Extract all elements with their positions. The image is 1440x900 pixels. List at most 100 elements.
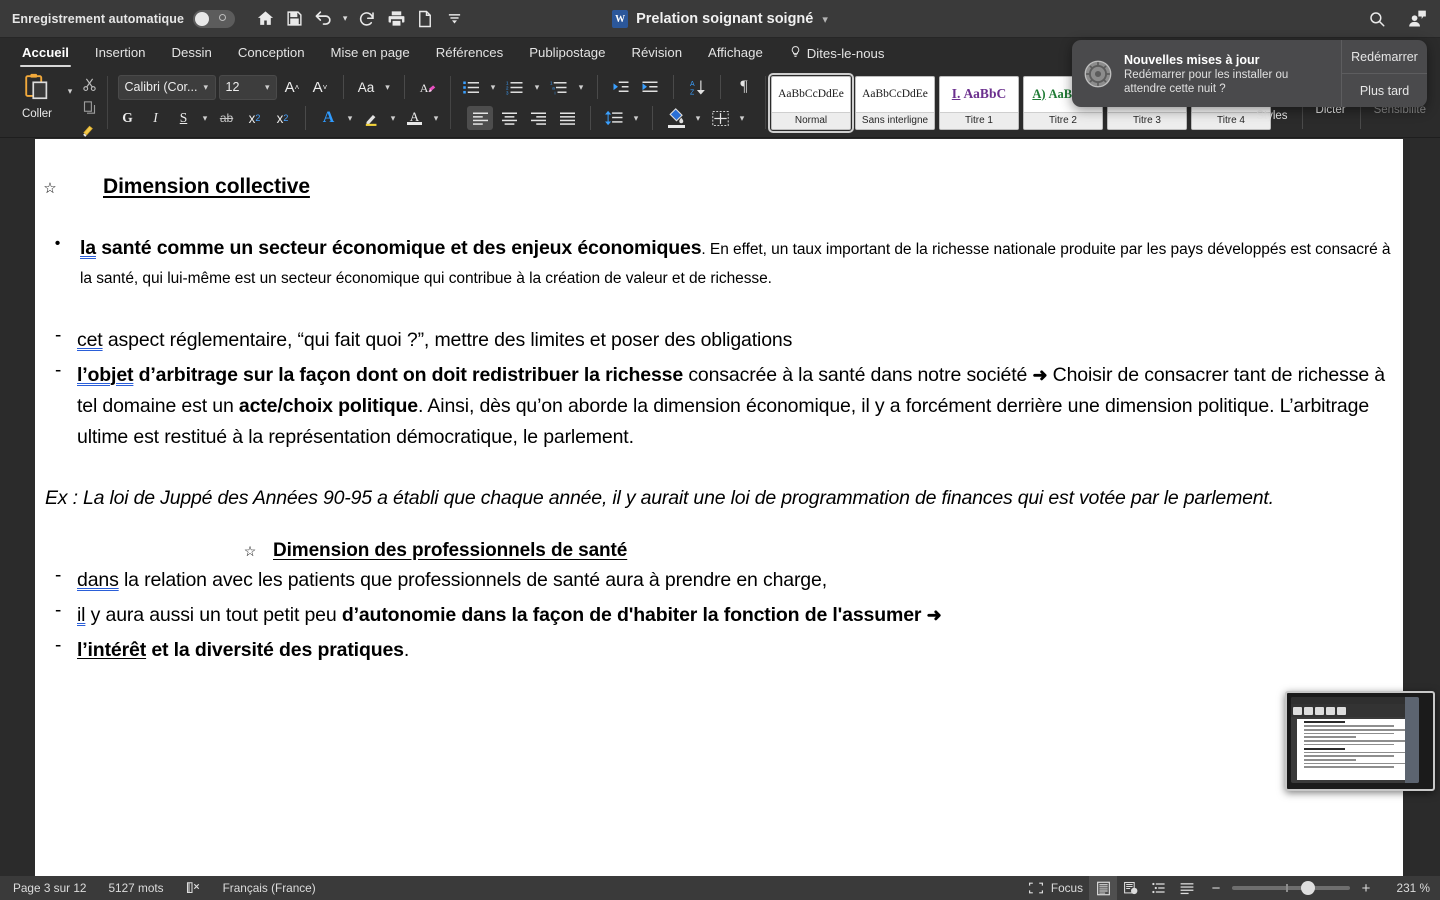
shading-button[interactable] [663,106,689,130]
subscript-button[interactable]: x2 [242,106,267,131]
customize-toolbar-icon[interactable] [441,6,467,32]
zoom-out-button[interactable]: − [1209,880,1223,897]
chevron-down-icon[interactable]: ▾ [575,82,587,93]
format-painter-icon[interactable] [78,120,100,140]
superscript-label: x [276,110,284,126]
show-formatting-marks-button[interactable]: ¶ [731,75,757,99]
document-page[interactable]: ☆ Dimension collective • la santé comme … [35,139,1403,876]
change-case-button[interactable]: Aa [354,75,379,100]
divider [652,106,653,130]
account-comment-icon[interactable] [1404,6,1430,32]
web-layout-view-button[interactable] [1117,876,1145,900]
proofing-errors-icon[interactable] [186,881,201,895]
tab-conception[interactable]: Conception [225,41,318,65]
justify-button[interactable] [554,106,580,130]
tab-references[interactable]: Références [423,41,516,65]
word-count[interactable]: 5127 mots [108,881,163,895]
chevron-down-icon[interactable]: ▾ [487,82,499,93]
heading-text: Dimension des professionnels de santé [273,540,628,561]
later-button[interactable]: Plus tard [1342,73,1427,107]
chevron-down-icon[interactable]: ▾ [531,82,543,93]
tab-dessin[interactable]: Dessin [159,41,225,65]
notification-body: Nouvelles mises à jour Redémarrer pour l… [1124,40,1341,107]
chevron-down-icon[interactable]: ▾ [736,113,748,124]
outline-view-button[interactable] [1145,876,1173,900]
chevron-down-icon[interactable]: ▾ [344,113,356,124]
undo-dropdown-caret-icon[interactable]: ▾ [339,13,351,24]
zoom-in-button[interactable]: + [1359,880,1373,897]
tab-insertion[interactable]: Insertion [82,41,159,65]
style-normal[interactable]: AaBbCcDdEe Normal [768,72,854,133]
dash-text-5: l’intérêt et la diversité des pratiques. [77,635,1403,666]
chevron-down-icon[interactable]: ▾ [430,113,442,124]
cut-icon[interactable] [78,74,100,94]
focus-button[interactable]: Focus [1028,881,1083,895]
chevron-down-icon[interactable]: ▾ [382,82,394,93]
document-title-chevron-down-icon[interactable]: ▾ [822,13,828,26]
autosave-toggle[interactable] [193,9,236,28]
home-icon[interactable] [252,6,278,32]
bold-button[interactable]: G [115,106,140,131]
line-spacing-button[interactable] [601,106,627,130]
sort-button[interactable]: AZ [684,75,710,99]
italic-button[interactable]: I [143,106,168,131]
text-effects-button[interactable]: A [316,106,341,131]
clear-formatting-button[interactable]: A [415,75,440,100]
print-layout-view-button[interactable] [1089,876,1117,900]
font-color-button[interactable]: A [402,106,427,131]
strikethrough-button[interactable]: ab [214,106,239,131]
shrink-font-button[interactable]: A ˅ [308,75,333,100]
decrease-indent-button[interactable] [608,75,634,99]
print-icon[interactable] [383,6,409,32]
screen-share-thumbnail[interactable] [1285,691,1435,791]
highlight-button[interactable] [359,106,384,131]
tab-affichage[interactable]: Affichage [695,41,776,65]
font-name-combobox[interactable]: Calibri (Cor... ▾ [117,74,216,100]
style-sans-interligne[interactable]: AaBbCcDdEe Sans interligne [855,75,935,130]
chevron-down-icon[interactable]: ▾ [387,113,399,124]
tab-publipostage[interactable]: Publipostage [516,41,618,65]
copy-icon[interactable] [78,97,100,117]
superscript-button[interactable]: x2 [270,106,295,131]
chevron-down-icon[interactable]: ▾ [692,113,704,124]
restart-button[interactable]: Redémarrer [1342,40,1427,73]
font-size-combobox[interactable]: 12 ▾ [218,74,277,100]
divider [403,75,405,99]
align-left-button[interactable] [467,106,493,130]
page-indicator[interactable]: Page 3 sur 12 [13,881,86,895]
zoom-slider-track[interactable] [1232,881,1350,895]
tab-dites-le-nous[interactable]: Dites-le-nous [776,40,898,67]
zoom-slider-handle[interactable] [1301,881,1315,895]
language-indicator[interactable]: Français (France) [223,881,316,895]
new-document-icon[interactable] [412,6,438,32]
style-preview-text: AaBbC [963,86,1007,101]
style-name: Normal [772,111,850,129]
paste-button[interactable]: Coller [12,68,62,120]
document-content[interactable]: ☆ Dimension collective • la santé comme … [35,175,1403,714]
zoom-level-label[interactable]: 231 % [1382,881,1430,895]
bullets-button[interactable] [458,75,484,99]
search-icon[interactable] [1364,6,1390,32]
document-canvas[interactable]: ☆ Dimension collective • la santé comme … [0,139,1440,876]
titlebar-right-icons [1364,0,1430,38]
chevron-down-icon[interactable]: ▾ [199,113,211,124]
align-center-button[interactable] [496,106,522,130]
redo-icon[interactable] [354,6,380,32]
save-icon[interactable] [281,6,307,32]
paste-options-caret-icon[interactable]: ▾ [64,86,76,97]
underline-button[interactable]: S [171,106,196,131]
chevron-down-icon[interactable]: ▾ [630,113,642,124]
grow-font-button[interactable]: A ˄ [280,75,305,100]
tab-mise-en-page[interactable]: Mise en page [318,41,423,65]
system-update-notification[interactable]: Nouvelles mises à jour Redémarrer pour l… [1072,40,1427,107]
tab-accueil[interactable]: Accueil [9,41,82,67]
draft-view-button[interactable] [1173,876,1201,900]
borders-button[interactable] [707,106,733,130]
align-right-button[interactable] [525,106,551,130]
increase-indent-button[interactable] [637,75,663,99]
tab-revision[interactable]: Révision [618,41,695,65]
undo-icon[interactable] [310,6,336,32]
style-titre-1[interactable]: I. AaBbC Titre 1 [939,75,1019,130]
numbering-button[interactable]: 123 [502,75,528,99]
multilevel-list-button[interactable]: 1ai [546,75,572,99]
